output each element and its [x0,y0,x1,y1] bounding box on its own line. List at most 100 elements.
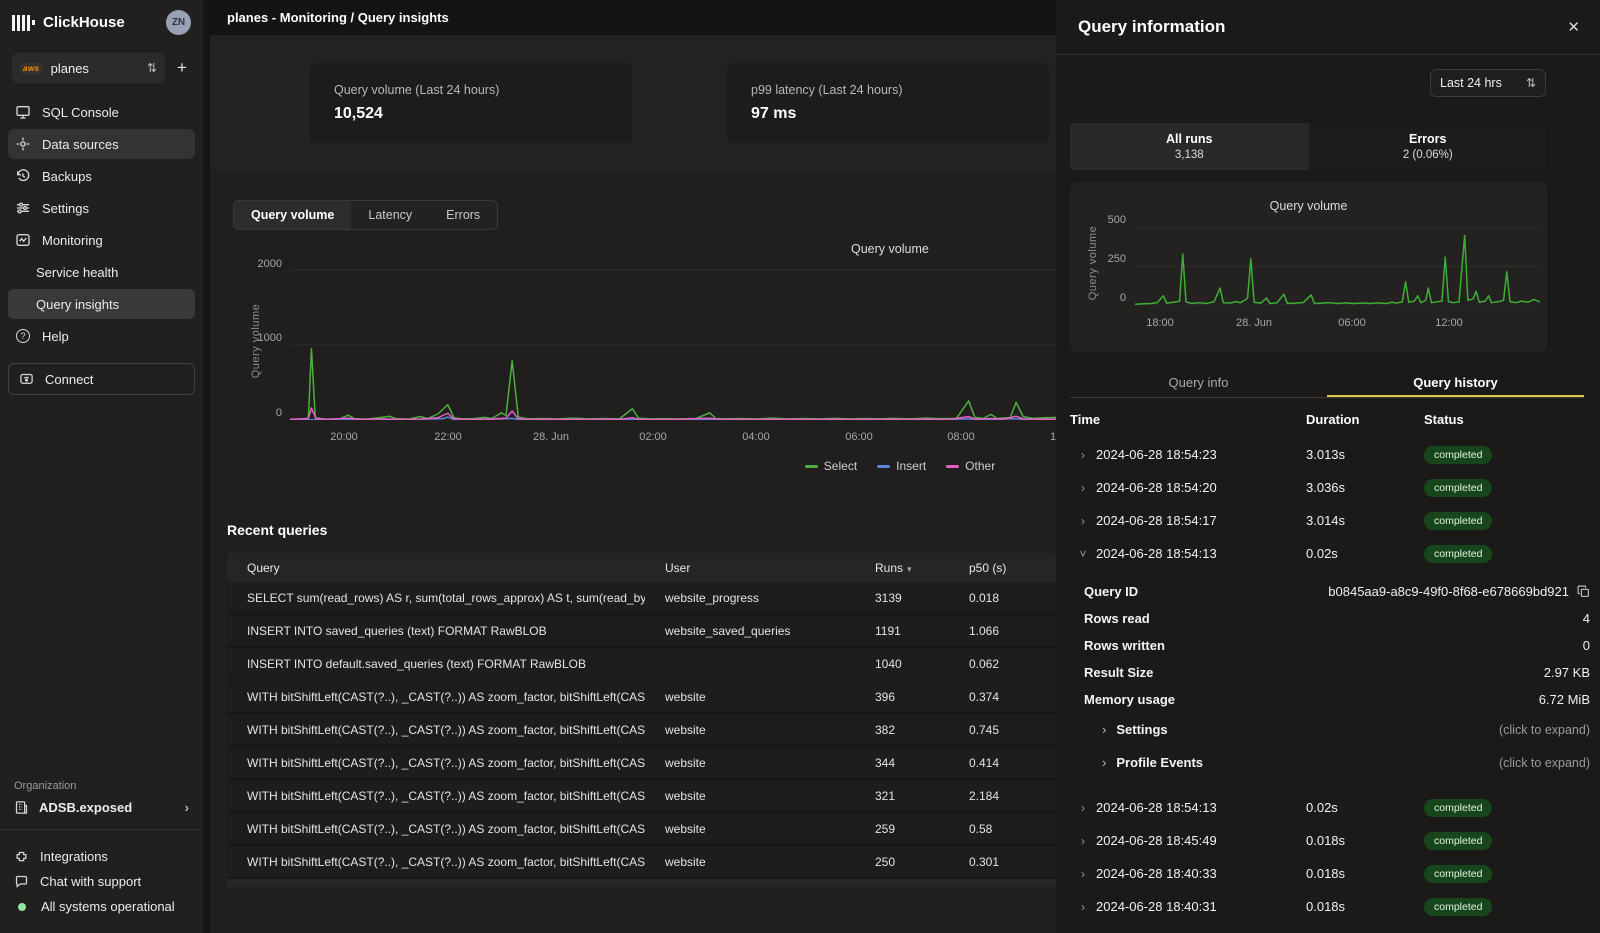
query-information-panel: Query information ✕ Last 24 hrs ⇅ All ru… [1056,0,1600,933]
toggle-errors[interactable]: Errors 2 (0.06%) [1309,123,1548,170]
tab-latency[interactable]: Latency [351,201,429,229]
legend-swatch-select [805,465,818,468]
x-tick: 18:00 [1146,317,1174,329]
sidebar-item-label: Monitoring [42,233,103,248]
row-time: 2024-06-28 18:54:20 [1096,480,1306,495]
table-row[interactable]: INSERT INTO default.saved_queries (text)… [227,648,1056,681]
table-row[interactable]: WITH bitShiftLeft(CAST(?..), _CAST(?..))… [227,681,1056,714]
table-row[interactable]: WITH bitShiftLeft(CAST(?..), _CAST(?..))… [227,813,1056,846]
tab-query-history[interactable]: Query history [1327,368,1584,397]
history-row[interactable]: ˅ 2024-06-28 18:54:13 0.02s completed [1070,537,1590,570]
connect-button[interactable]: Connect [8,363,195,395]
close-icon[interactable]: ✕ [1567,18,1580,36]
row-duration: 0.018s [1306,833,1424,848]
tab-query-volume[interactable]: Query volume [234,201,351,229]
history-row[interactable]: › 2024-06-28 18:45:49 0.018s completed [1070,824,1590,857]
table-row[interactable]: WITH bitShiftLeft(CAST(?..), _CAST(?..))… [227,780,1056,813]
history-row[interactable]: › 2024-06-28 18:54:23 3.013s completed [1070,438,1590,471]
legend-insert[interactable]: Insert [877,459,926,473]
row-expander-icon[interactable]: › [1070,834,1096,848]
field-label: Memory usage [1084,692,1175,707]
toggle-all-runs[interactable]: All runs 3,138 [1070,123,1309,170]
table-row[interactable]: WITH bitShiftLeft(CAST(?..), _CAST(?..))… [227,714,1056,747]
time-range-select[interactable]: Last 24 hrs ⇅ [1430,69,1546,97]
sidebar-item-label: Settings [42,201,89,216]
y-tick: 0 [238,407,282,419]
status-badge: completed [1424,512,1492,530]
divider [0,829,203,830]
field-label: Rows written [1084,638,1165,653]
chart-legend: Select Insert Other [750,459,1050,473]
table-row[interactable]: INSERT INTO saved_queries (text) FORMAT … [227,615,1056,648]
history-row[interactable]: › 2024-06-28 18:40:31 0.018s completed [1070,890,1590,923]
col-time: Time [1070,412,1306,438]
legend-swatch-insert [877,465,890,468]
cell-p50: 2.184 [949,789,1056,803]
sidebar-item-backups[interactable]: Backups [8,161,195,191]
cell-user: website [645,723,855,737]
row-expander-icon[interactable]: › [1070,801,1096,815]
row-expander-icon[interactable]: › [1070,448,1096,462]
history-row[interactable]: › 2024-06-28 18:40:33 0.018s completed [1070,857,1590,890]
history-row[interactable]: › 2024-06-28 18:54:13 0.02s completed [1070,791,1590,824]
legend-select[interactable]: Select [805,459,857,473]
mini-query-volume-chart[interactable] [1135,220,1540,305]
query-volume-chart[interactable] [290,245,1056,420]
workspace-select[interactable]: aws planes ⇅ [12,53,165,83]
y-tick: 250 [1096,253,1126,265]
legend-other[interactable]: Other [946,459,995,473]
copy-icon[interactable] [1577,585,1590,598]
legend-swatch-other [946,465,959,468]
table-row[interactable]: WITH bitShiftLeft(CAST(?..), _CAST(?..))… [227,747,1056,780]
sidebar-item-monitoring[interactable]: Monitoring [8,225,195,255]
table-row[interactable]: SELECT sum(read_rows) AS r, sum(total_ro… [227,582,1056,615]
status-badge: completed [1424,865,1492,883]
row-expander-icon[interactable]: › [1070,481,1096,495]
add-service-button[interactable]: + [173,58,191,78]
chevron-updown-icon: ⇅ [1526,76,1536,90]
x-tick: 06:00 [845,431,873,443]
expander-row[interactable]: › Profile Events (click to expand) [1070,746,1590,779]
organization-selector[interactable]: ADSB.exposed › [0,800,203,829]
field-value: 0 [1165,638,1590,653]
tab-errors[interactable]: Errors [429,201,497,229]
sidebar-item-service-health[interactable]: Service health [8,257,195,287]
sidebar-item-sql-console[interactable]: SQL Console [8,97,195,127]
breadcrumb: planes - Monitoring / Query insights [227,10,449,25]
row-expander-icon[interactable]: ˅ [1070,547,1096,561]
expander-row[interactable]: › Settings (click to expand) [1070,713,1590,746]
cell-p50: 0.301 [949,855,1056,869]
col-runs[interactable]: Runs▾ [855,561,949,575]
sidebar-item-settings[interactable]: Settings [8,193,195,223]
row-expander-icon[interactable]: › [1070,867,1096,881]
cell-query: INSERT INTO default.saved_queries (text)… [227,657,645,671]
chat-support-link[interactable]: Chat with support [0,869,203,894]
col-user: User [645,561,855,575]
col-p50: p50 (s) [949,561,1056,575]
y-tick: 1000 [238,332,282,344]
user-avatar[interactable]: ZN [166,10,191,35]
sidebar-item-help[interactable]: ? Help [8,321,195,351]
cell-runs: 250 [855,855,949,869]
expander-hint: (click to expand) [1499,723,1590,737]
panel-tabs: Query info Query history [1070,368,1584,398]
table-row[interactable]: WITH bitShiftLeft(CAST(?..), _CAST(?..))… [227,846,1056,879]
sidebar-item-data-sources[interactable]: Data sources [8,129,195,159]
cell-p50: 0.374 [949,690,1056,704]
system-status[interactable]: All systems operational [0,894,203,919]
status-dot-icon [18,903,26,911]
stats-strip: Query volume (Last 24 hours) 10,524 p99 … [210,35,1056,170]
row-expander-icon[interactable]: › [1070,900,1096,914]
history-row[interactable]: › 2024-06-28 18:54:17 3.014s completed [1070,504,1590,537]
tab-query-info[interactable]: Query info [1070,368,1327,397]
y-tick: 2000 [238,258,282,270]
row-expander-icon[interactable]: › [1070,514,1096,528]
cell-query: WITH bitShiftLeft(CAST(?..), _CAST(?..))… [227,690,645,704]
history-row[interactable]: › 2024-06-28 18:54:20 3.036s completed [1070,471,1590,504]
cell-query: SELECT sum(read_rows) AS r, sum(total_ro… [227,591,645,605]
topbar: planes - Monitoring / Query insights [210,0,1056,35]
row-duration: 0.018s [1306,866,1424,881]
integrations-link[interactable]: Integrations [0,844,203,869]
x-tick: 04:00 [742,431,770,443]
sidebar-item-query-insights[interactable]: Query insights [8,289,195,319]
